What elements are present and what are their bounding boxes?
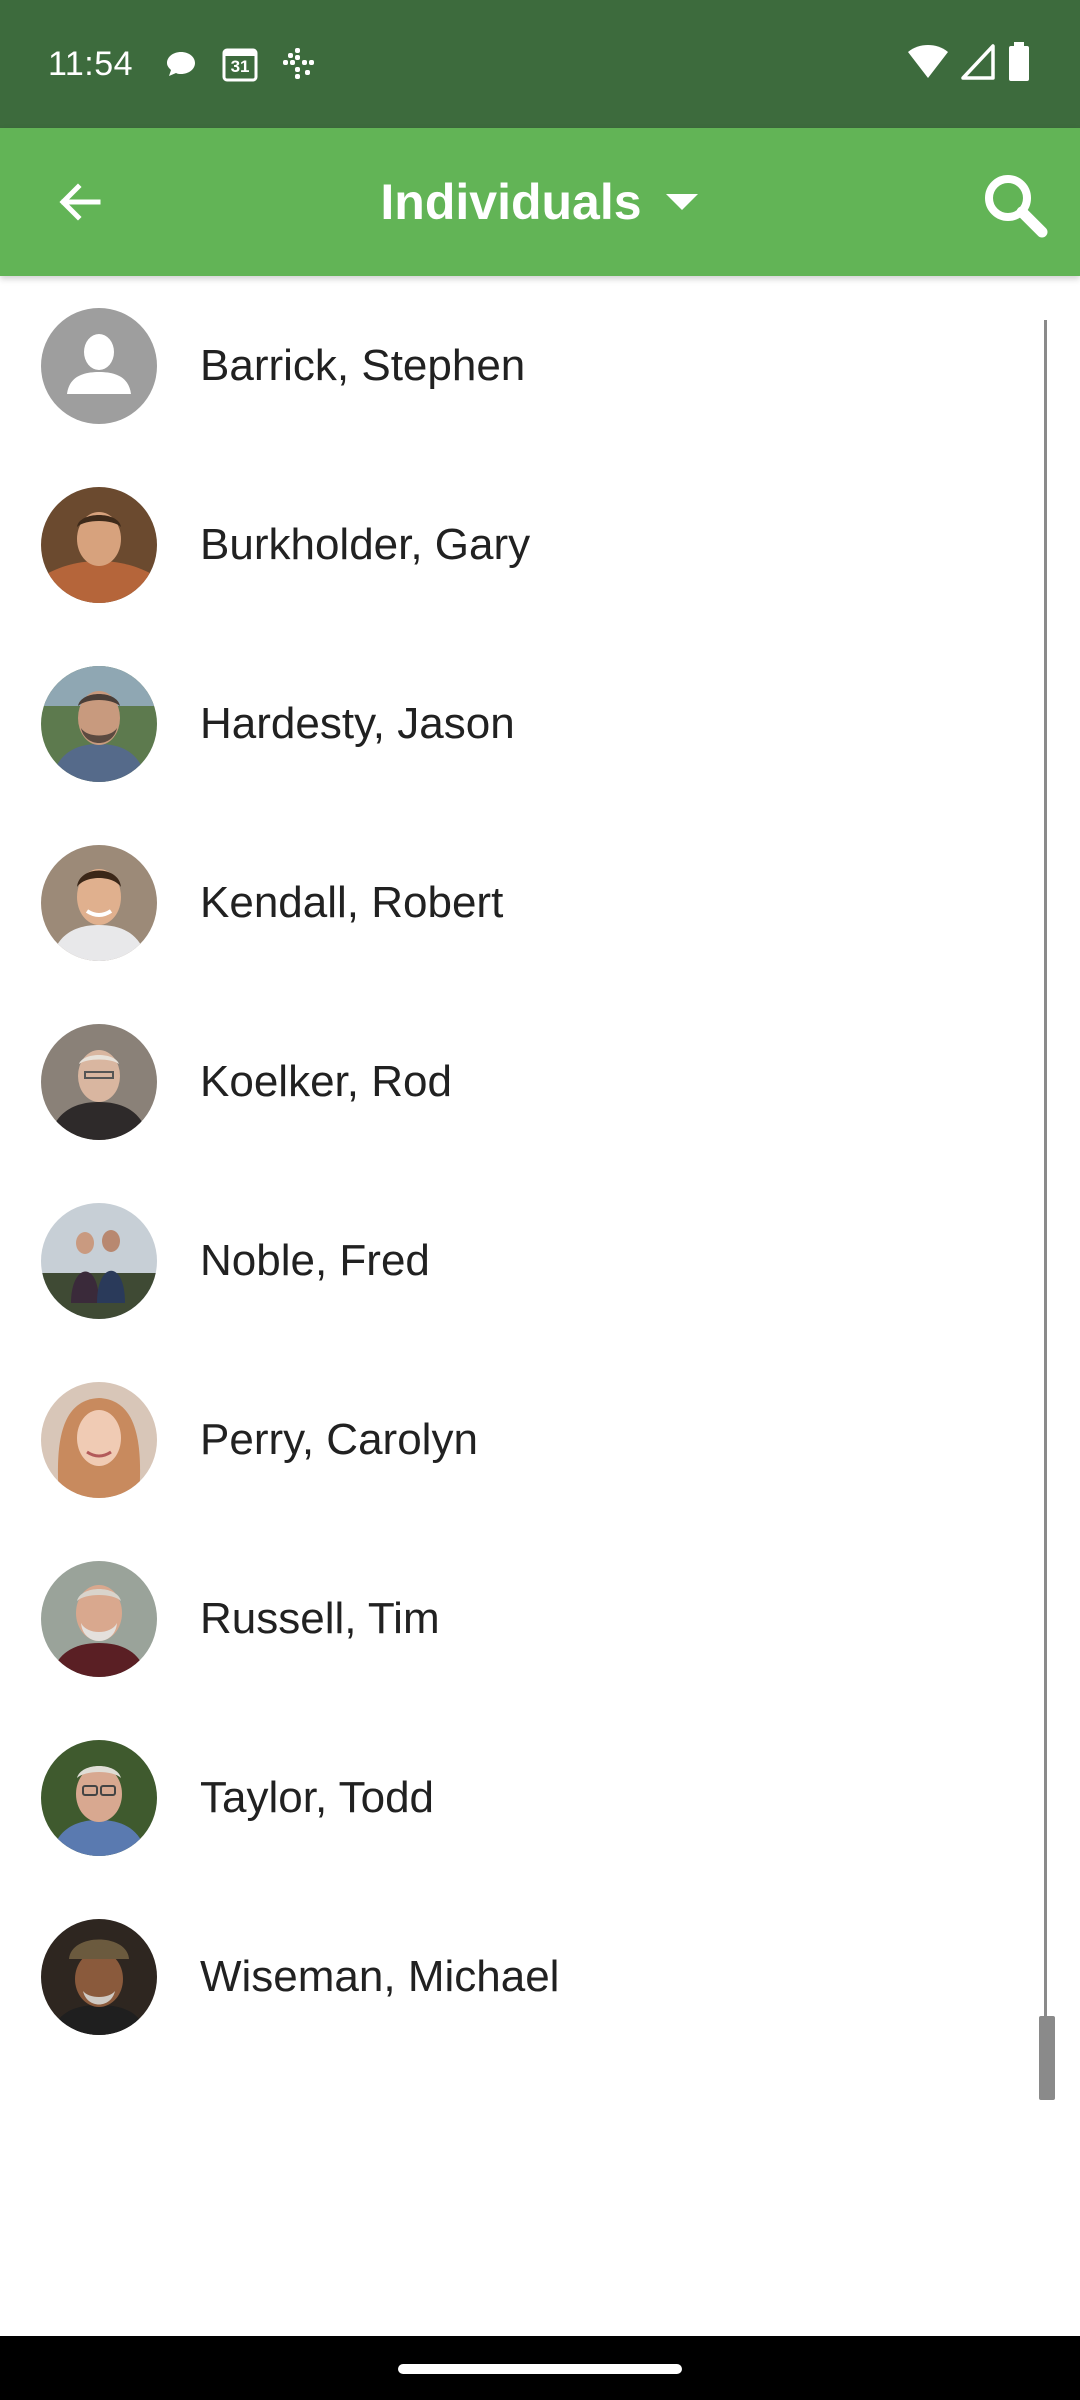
person-name: Wiseman, Michael [200,1951,560,2001]
dropdown-caret-icon [665,194,698,210]
person-photo [41,1918,157,2035]
avatar [41,844,157,961]
navigation-bar [0,2336,1080,2400]
chat-bubble-icon [163,46,199,82]
list-item[interactable]: Wiseman, Michael [0,1887,1040,2066]
home-handle[interactable] [398,2364,682,2374]
person-name: Taylor, Todd [200,1772,435,1822]
notification-icons: 31 [163,45,317,83]
page-title: Individuals [380,174,642,230]
person-photo [41,1023,157,1140]
person-photo [41,1202,157,1319]
avatar [41,1918,157,2035]
person-name: Noble, Fred [200,1235,430,1285]
person-name: Koelker, Rod [200,1056,452,1106]
screen: 11:54 31 Individuals Barrick, Stephen Bu… [0,0,1080,2400]
person-name: Perry, Carolyn [200,1414,478,1464]
title-dropdown[interactable]: Individuals [380,173,699,231]
person-name: Kendall, Robert [200,877,504,927]
list-item[interactable]: Kendall, Robert [0,813,1040,992]
person-photo [41,1739,157,1856]
status-time: 11:54 [48,44,134,83]
list-item[interactable]: Hardesty, Jason [0,634,1040,813]
list-item[interactable]: Noble, Fred [0,1171,1040,1350]
back-button[interactable] [40,162,120,242]
search-icon [985,175,1048,238]
person-name: Burkholder, Gary [200,519,531,569]
avatar [41,1202,157,1319]
battery-icon [1006,41,1032,88]
avatar [41,1560,157,1677]
avatar [41,1739,157,1856]
cell-signal-icon [960,42,996,87]
slack-icon [281,46,317,82]
scrollbar-track[interactable] [1044,320,1047,2100]
person-name: Barrick, Stephen [200,340,526,390]
person-photo [41,844,157,961]
list-item[interactable]: Koelker, Rod [0,992,1040,1171]
person-name: Hardesty, Jason [200,698,515,748]
wifi-icon [906,42,950,87]
list-item[interactable]: Burkholder, Gary [0,455,1040,634]
person-name: Russell, Tim [200,1593,440,1643]
app-bar: Individuals [0,128,1080,276]
person-photo [41,486,157,603]
avatar [41,1381,157,1498]
search-button[interactable] [970,160,1060,250]
list-item[interactable]: Taylor, Todd [0,1708,1040,1887]
avatar [41,1023,157,1140]
status-bar: 11:54 31 [0,0,1080,128]
list-item[interactable]: Barrick, Stephen [0,276,1040,455]
list-item[interactable]: Russell, Tim [0,1529,1040,1708]
avatar [41,486,157,603]
person-photo [41,665,157,782]
person-photo [41,1381,157,1498]
person-photo [41,1560,157,1677]
system-icons [906,41,1032,88]
avatar [41,665,157,782]
placeholder-person-icon [41,307,157,424]
calendar-icon: 31 [221,45,259,83]
list-item[interactable]: Perry, Carolyn [0,1350,1040,1529]
scrollbar-thumb[interactable] [1039,2016,1055,2100]
calendar-day: 31 [230,57,250,76]
avatar [41,307,157,424]
back-arrow-icon [59,183,101,221]
